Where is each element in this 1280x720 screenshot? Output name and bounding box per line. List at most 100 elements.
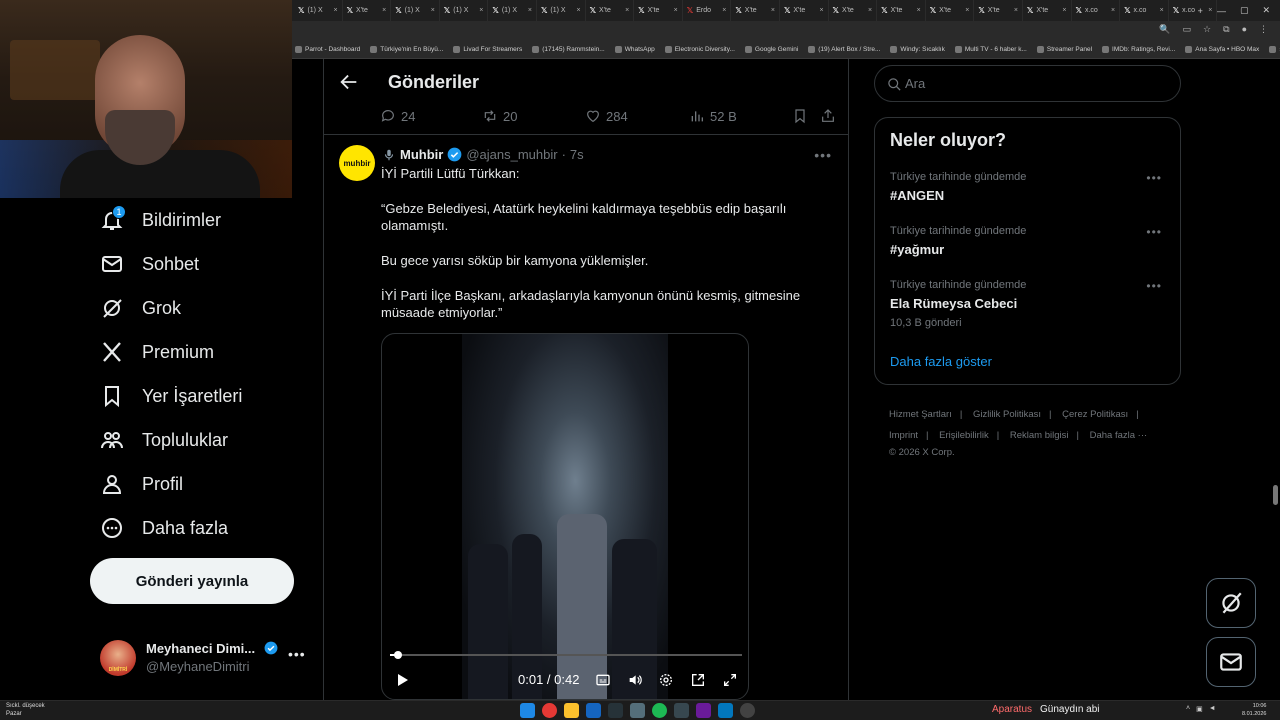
close-tab-icon[interactable]: × (1014, 7, 1018, 14)
bookmark-item[interactable]: (19) Alert Box / Stre... (808, 46, 880, 53)
footer-link[interactable]: Imprint (889, 430, 918, 441)
weather-widget[interactable]: Sıckl. düşecek Pazar (6, 702, 45, 718)
maximize-button[interactable]: ▢ (1240, 5, 1249, 16)
browser-tab[interactable]: 𝕏x.co × (1120, 0, 1169, 21)
bookmark-item[interactable]: Windy: Sıcaklık (890, 46, 945, 53)
close-tab-icon[interactable]: × (917, 7, 921, 14)
bookmark-item[interactable]: » (1269, 46, 1280, 53)
trend-more-icon[interactable]: ••• (1146, 279, 1162, 293)
close-tab-icon[interactable]: × (625, 7, 629, 14)
post-button[interactable]: Gönderi yayınla (90, 558, 294, 604)
bookmark-item[interactable]: Türkiye'nin En Büyü... (370, 46, 443, 53)
captions-icon[interactable] (595, 672, 611, 688)
bookmark-item[interactable]: Livad For Streamers (453, 46, 522, 53)
bookmark-item[interactable]: Parrot - Dashboard (295, 46, 360, 53)
star-icon[interactable]: ☆ (1203, 24, 1211, 35)
obs-icon[interactable] (740, 703, 755, 718)
tweet-more-icon[interactable]: ••• (814, 147, 832, 163)
close-tab-icon[interactable]: × (1062, 7, 1066, 14)
browser-tab[interactable]: 𝕏 X'te × (586, 0, 635, 21)
browser-tab[interactable]: 𝕏 X'te × (877, 0, 926, 21)
tweet-author-handle[interactable]: @ajans_muhbir (466, 147, 557, 162)
steam-icon[interactable] (608, 703, 623, 718)
bookmark-item[interactable]: Electronic Diversity... (664, 46, 735, 53)
menu-icon[interactable]: ⋮ (1259, 24, 1268, 35)
browser-tab[interactable]: 𝕏 (1) X × (440, 0, 489, 21)
footer-link[interactable]: Reklam bilgisi (1010, 430, 1069, 441)
sidebar-item-profil[interactable]: Profil (100, 472, 183, 496)
browser-tab[interactable]: 𝕏 X'te × (829, 0, 878, 21)
app-icon[interactable] (674, 703, 689, 718)
close-tab-icon[interactable]: × (576, 7, 580, 14)
play-icon[interactable] (394, 672, 410, 688)
chrome-icon[interactable] (542, 703, 557, 718)
volume-icon[interactable]: ◄ (1209, 705, 1216, 713)
close-tab-icon[interactable]: × (528, 7, 532, 14)
account-switcher[interactable]: DİMİTRİ Meyhaneci Dimi... @MeyhaneDimitr… (100, 638, 310, 678)
sidebar-item-daha-fazla[interactable]: Daha fazla (100, 516, 228, 540)
close-tab-icon[interactable]: × (674, 7, 678, 14)
search-input[interactable]: Ara (874, 65, 1181, 102)
bookmark-icon[interactable] (792, 107, 808, 125)
repost-button[interactable]: 20 (482, 108, 517, 124)
app-icon[interactable] (586, 703, 601, 718)
zoom-icon[interactable]: 🔍 (1159, 24, 1170, 35)
twitch-icon[interactable] (696, 703, 711, 718)
browser-tab[interactable]: 𝕏 (1) X × (391, 0, 440, 21)
close-tab-icon[interactable]: × (1160, 7, 1164, 14)
spotify-icon[interactable] (652, 703, 667, 718)
app-icon[interactable] (718, 703, 733, 718)
footer-link[interactable]: Erişilebilirlik (939, 430, 989, 441)
sidebar-item-grok[interactable]: Grok (100, 296, 181, 320)
sidebar-item-premium[interactable]: Premium (100, 340, 214, 364)
close-tab-icon[interactable]: × (479, 7, 483, 14)
show-more-link[interactable]: Daha fazla göster (890, 354, 992, 369)
trend-item[interactable]: Türkiye tarihinde gündemde #yağmur ••• (890, 225, 1170, 257)
minimize-button[interactable]: — (1217, 6, 1226, 16)
sidebar-item-yer-i-şaretleri[interactable]: Yer İşaretleri (100, 384, 242, 408)
trend-more-icon[interactable]: ••• (1146, 225, 1162, 239)
video-player[interactable]: 0:01 / 0:42 (381, 333, 749, 700)
cast-icon[interactable]: ▭ (1183, 24, 1192, 35)
browser-tab[interactable]: 𝕏 X'te × (343, 0, 392, 21)
start-icon[interactable] (520, 703, 535, 718)
grok-fab-button[interactable] (1206, 578, 1256, 628)
close-tab-icon[interactable]: × (1111, 7, 1115, 14)
footer-link[interactable]: Çerez Politikası (1062, 409, 1128, 420)
bookmark-item[interactable]: Streamer Panel (1036, 46, 1092, 53)
tweet-author-name[interactable]: Muhbir (400, 147, 443, 162)
bookmark-item[interactable]: IMDb: Ratings, Revi... (1102, 46, 1175, 53)
browser-tab[interactable]: 𝕏 X'te × (926, 0, 975, 21)
folder-icon[interactable] (564, 703, 579, 718)
views-button[interactable]: 52 B (689, 108, 737, 124)
app-icon[interactable] (630, 703, 645, 718)
bookmark-item[interactable]: WhatsApp (614, 46, 655, 53)
like-button[interactable]: 284 (585, 108, 628, 124)
bookmark-item[interactable]: (17145) Rammstein... (532, 46, 605, 53)
tweet-author-avatar[interactable]: muhbir (339, 145, 375, 181)
picture-in-picture-icon[interactable] (690, 672, 706, 688)
browser-tab[interactable]: 𝕏 (1) X × (537, 0, 586, 21)
sidebar-item-sohbet[interactable]: Sohbet (100, 252, 199, 276)
bookmark-item[interactable]: Google Gemini (744, 46, 798, 53)
close-tab-icon[interactable]: × (382, 7, 386, 14)
share-icon[interactable] (820, 107, 836, 125)
footer-link[interactable]: Gizlilik Politikası (973, 409, 1041, 420)
close-tab-icon[interactable]: × (965, 7, 969, 14)
address-bar[interactable] (292, 21, 1280, 41)
footer-link[interactable]: Daha fazla ··· (1090, 430, 1148, 441)
browser-tab[interactable]: 𝕏x.co × (1072, 0, 1121, 21)
browser-tab[interactable]: 𝕏 Erdo × (683, 0, 732, 21)
close-tab-icon[interactable]: × (722, 7, 726, 14)
close-tab-icon[interactable]: × (771, 7, 775, 14)
browser-tab[interactable]: 𝕏 X'te × (780, 0, 829, 21)
browser-tab[interactable]: 𝕏 X'te × (634, 0, 683, 21)
page-scrollbar[interactable] (1273, 485, 1278, 505)
browser-tab[interactable]: 𝕏 X'te × (1023, 0, 1072, 21)
close-tab-icon[interactable]: × (819, 7, 823, 14)
clock[interactable]: 10:06 8.01.2026 (1242, 702, 1266, 718)
new-tab-button[interactable]: + (1198, 6, 1203, 16)
fullscreen-icon[interactable] (722, 672, 738, 688)
reply-button[interactable]: 24 (380, 108, 415, 124)
bookmark-item[interactable]: Ana Sayfa • HBO Max (1185, 46, 1259, 53)
